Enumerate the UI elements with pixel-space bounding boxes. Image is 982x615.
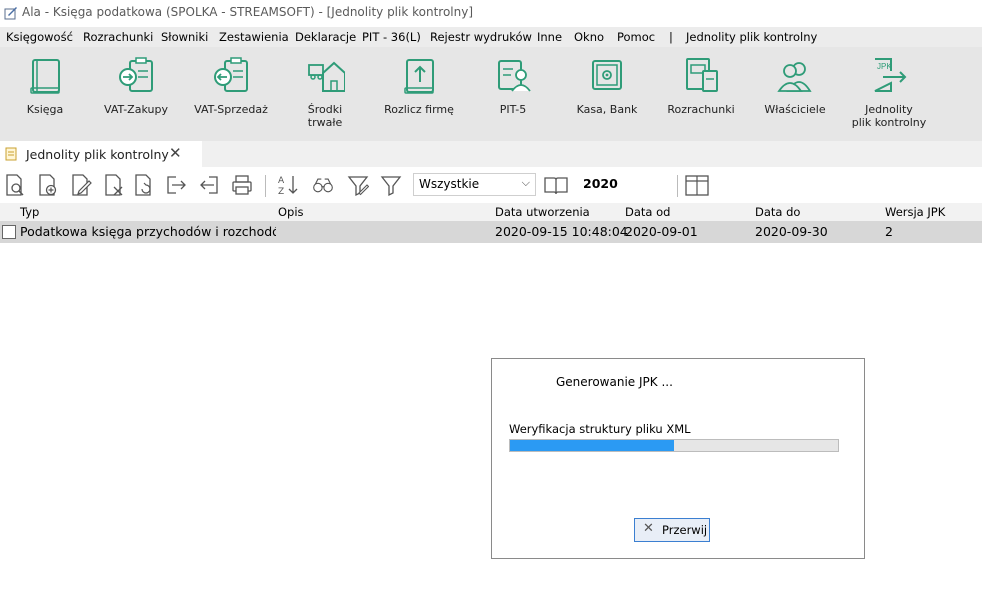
menu-slowniki[interactable]: Słowniki [161,30,208,44]
menu-zestawienia[interactable]: Zestawienia [219,30,289,44]
document-list-icon [5,147,17,161]
binoculars-icon[interactable] [312,173,334,197]
app-icon [4,7,17,20]
menu-pomoc[interactable]: Pomoc [617,30,655,44]
add-document-icon[interactable] [37,173,59,197]
close-icon: ✕ [643,521,654,536]
column-header-typ[interactable]: Typ [20,205,39,219]
ribbon-label: Rozrachunki [667,103,735,116]
ribbon-button-kasa-bank[interactable]: Kasa, Bank [562,47,652,141]
jpk-export-icon: JPK [874,58,907,92]
column-header-wersja-jpk[interactable]: Wersja JPK [885,205,945,219]
table-header: Typ Opis Data utworzenia Data od Data do… [0,203,982,221]
column-header-data-od[interactable]: Data od [625,205,670,219]
book-icon [30,59,60,94]
truck-house-icon [308,61,345,92]
export-icon[interactable] [165,173,187,197]
toolbar: A Z Wszystkie ⌵ 2020 [0,167,982,203]
menu-rozrachunki[interactable]: Rozrachunki [83,30,153,44]
tab-jpk[interactable]: Jednolity plik kontrolny ✕ [0,141,202,167]
progress-dialog: Generowanie JPK ... Weryfikacja struktur… [491,358,865,559]
sort-az-icon[interactable]: A Z [277,173,299,197]
ribbon-button-wlasciciele[interactable]: Właściciele [750,47,840,141]
cancel-button-label: Przerwij [662,523,708,537]
svg-text:JPK: JPK [877,62,892,71]
dialog-status: Weryfikacja struktury pliku XML [509,422,691,436]
ribbon-button-rozlicz-firme[interactable]: Rozlicz firmę [374,47,464,141]
owners-icon [777,62,812,92]
menu-inne[interactable]: Inne [537,30,562,44]
safe-icon [592,60,622,90]
filter-select-value: Wszystkie [419,177,480,191]
cell-data-od: 2020-09-01 [625,224,698,239]
row-checkbox[interactable] [2,225,16,239]
ribbon-button-ksiega[interactable]: Księga [0,47,90,141]
menu-bar: Księgowość Rozrachunki Słowniki Zestawie… [0,27,982,47]
table-row[interactable]: Podatkowa księga przychodów i rozchodów … [0,221,982,243]
clipboard-in-icon [119,57,153,92]
ribbon-button-vat-sprzedaz[interactable]: VAT-Sprzedaż [186,47,276,141]
print-icon[interactable] [231,173,253,197]
document-tabs: Jednolity plik kontrolny ✕ [0,141,982,167]
edit-document-icon[interactable] [70,173,92,197]
column-header-opis[interactable]: Opis [278,205,304,219]
toolbar-separator [265,175,266,197]
menu-separator: | [669,30,673,44]
person-document-icon [498,60,531,92]
tab-label: Jednolity plik kontrolny [26,147,169,162]
cell-data-do: 2020-09-30 [755,224,828,239]
ribbon-label: VAT-Zakupy [104,103,168,116]
cell-data-utworzenia: 2020-09-15 10:48:04 [495,224,628,239]
column-header-data-utworzenia[interactable]: Data utworzenia [495,205,590,219]
svg-text:Z: Z [278,187,284,197]
menu-okno[interactable]: Okno [574,30,604,44]
ribbon-button-vat-zakupy[interactable]: VAT-Zakupy [91,47,181,141]
ribbon-label: PIT-5 [499,103,527,116]
column-header-data-do[interactable]: Data do [755,205,800,219]
filter-edit-icon[interactable] [347,173,369,197]
delete-document-icon[interactable] [103,173,125,197]
ribbon-label: Rozlicz firmę [384,103,454,116]
ribbon-button-rozrachunki[interactable]: Rozrachunki [656,47,746,141]
svg-text:A: A [278,176,285,186]
ribbon-label: Księga [26,103,64,116]
book-upload-icon [404,59,434,94]
menu-pit36[interactable]: PIT - 36(L) [362,30,421,44]
cancel-button[interactable]: ✕ Przerwij [634,518,710,542]
chevron-down-icon: ⌵ [521,176,530,189]
columns-layout-icon[interactable] [684,173,710,197]
window-title: Ala - Księga podatkowa (SPOLKA - STREAMS… [22,5,474,19]
ribbon-label: Właściciele [764,103,826,116]
ribbon-label: Środki trwałe [307,103,343,129]
filter-select[interactable]: Wszystkie ⌵ [413,173,536,196]
ribbon: Księga VAT-Zakupy VAT-Sprzedaż Środki tr… [0,47,982,141]
ribbon-label: Kasa, Bank [576,103,638,116]
menu-ksiegowosc[interactable]: Księgowość [6,30,73,44]
menu-deklaracje[interactable]: Deklaracje [295,30,356,44]
filter-icon[interactable] [380,173,402,197]
clipboard-out-icon [214,57,248,92]
ribbon-button-jpk[interactable]: JPK Jednolity plik kontrolny [844,47,934,141]
ribbon-label: VAT-Sprzedaż [194,103,268,116]
progress-bar-fill [510,440,674,451]
cell-typ: Podatkowa księga przychodów i rozchodów [20,224,276,239]
dialog-title: Generowanie JPK ... [556,375,673,389]
close-icon[interactable]: ✕ [169,144,182,162]
ribbon-button-pit5[interactable]: PIT-5 [468,47,558,141]
year-value: 2020 [583,176,618,191]
preview-icon[interactable] [4,173,26,197]
ribbon-label: Jednolity plik kontrolny [851,103,927,129]
documents-icon [686,58,718,92]
toolbar-separator [677,175,678,197]
title-bar: Ala - Księga podatkowa (SPOLKA - STREAMS… [0,0,982,27]
import-icon[interactable] [198,173,220,197]
ribbon-button-srodki-trwale[interactable]: Środki trwałe [280,47,370,141]
open-book-icon[interactable] [543,173,569,197]
menu-jpk[interactable]: Jednolity plik kontrolny [686,30,817,44]
progress-bar [509,439,839,452]
cell-wersja-jpk: 2 [885,224,893,239]
menu-rejestr-wydrukow[interactable]: Rejestr wydruków [430,30,532,44]
refresh-document-icon[interactable] [133,173,155,197]
